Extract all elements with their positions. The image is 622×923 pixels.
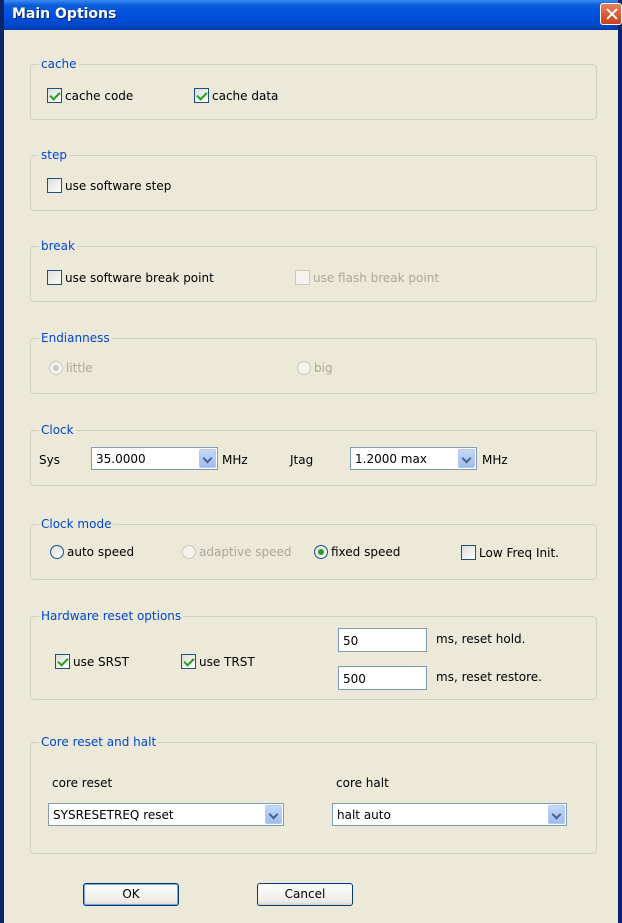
sys-unit-label: MHz [222,453,248,467]
auto-speed-label: auto speed [67,545,135,559]
checkbox-icon [47,88,62,103]
checkbox-icon [47,270,62,285]
fixed-speed-radio[interactable]: fixed speed [314,545,400,559]
core-reset-halt-group: Core reset and halt core reset SYSRESETR… [30,734,597,854]
radio-icon [50,545,64,559]
radio-icon [182,545,196,559]
little-radio: little [49,361,93,375]
chevron-down-icon[interactable] [199,449,216,468]
core-reset-value: SYSRESETREQ reset [53,808,174,822]
adaptive-speed-radio: adaptive speed [182,545,292,559]
cache-code-checkbox[interactable]: cache code [47,88,133,103]
reset-restore-input[interactable]: 500 [338,666,427,690]
use-srst-checkbox[interactable]: use SRST [55,654,129,669]
chevron-down-icon[interactable] [265,805,282,824]
checkbox-icon [181,654,196,669]
step-legend: step [39,147,69,163]
reset-hold-input[interactable]: 50 [338,628,427,652]
reset-hold-value: 50 [343,634,359,648]
cache-data-label: cache data [212,88,279,103]
use-software-break-point-label: use software break point [65,270,214,285]
use-software-break-point-checkbox[interactable]: use software break point [47,270,214,285]
jtag-clock-value: 1.2000 max [355,452,427,466]
clock-mode-group: Clock mode auto speed adaptive speed fix… [30,516,597,580]
use-software-step-checkbox[interactable]: use software step [47,178,171,193]
sys-clock-combobox[interactable]: 35.0000 [91,447,218,470]
jtag-clock-combobox[interactable]: 1.2000 max [350,447,477,470]
core-reset-label: core reset [52,776,113,790]
low-freq-init-label: Low Freq Init. [479,545,559,560]
jtag-label: Jtag [290,453,314,467]
use-flash-break-point-label: use flash break point [313,270,440,285]
adaptive-speed-label: adaptive speed [199,545,292,559]
reset-restore-label: ms, reset restore. [436,670,542,684]
step-group: step use software step [30,147,597,211]
sys-label: Sys [39,453,60,467]
break-legend: break [39,238,77,254]
break-group: break use software break point use flash… [30,238,597,302]
core-reset-halt-legend: Core reset and halt [39,734,159,750]
chevron-down-icon[interactable] [458,449,475,468]
radio-icon [297,361,311,375]
little-label: little [66,361,93,375]
use-trst-checkbox[interactable]: use TRST [181,654,255,669]
checkbox-icon [55,654,70,669]
big-label: big [314,361,333,375]
main-options-dialog: Main Options cache cache code cache data… [0,0,622,923]
use-flash-break-point-checkbox: use flash break point [295,270,439,285]
radio-icon [49,361,63,375]
clock-mode-legend: Clock mode [39,516,114,532]
checkbox-icon [295,270,310,285]
core-halt-combobox[interactable]: halt auto [332,803,567,826]
clock-group: Clock Sys 35.0000 MHz Jtag 1.2000 max MH… [30,422,597,486]
big-radio: big [297,361,333,375]
radio-icon [314,545,328,559]
auto-speed-radio[interactable]: auto speed [50,545,134,559]
close-icon[interactable] [600,3,622,25]
checkbox-icon [47,178,62,193]
checkbox-icon [194,88,209,103]
use-trst-label: use TRST [199,654,255,669]
core-halt-label: core halt [336,776,389,790]
chevron-down-icon[interactable] [548,805,565,824]
jtag-unit-label: MHz [482,453,508,467]
hardware-reset-legend: Hardware reset options [39,608,184,624]
ok-button[interactable]: OK [83,883,179,906]
title-bar[interactable]: Main Options [4,0,618,30]
low-freq-init-checkbox[interactable]: Low Freq Init. [461,545,559,560]
endianness-group: Endianness little big [30,330,597,394]
core-reset-combobox[interactable]: SYSRESETREQ reset [48,803,284,826]
reset-hold-label: ms, reset hold. [436,632,526,646]
reset-restore-value: 500 [343,672,366,686]
use-srst-label: use SRST [73,654,129,669]
cancel-button[interactable]: Cancel [257,883,353,906]
sys-clock-value: 35.0000 [96,452,146,466]
core-halt-value: halt auto [337,808,391,822]
endianness-legend: Endianness [39,330,112,346]
clock-legend: Clock [39,422,76,438]
cache-legend: cache [39,56,79,72]
use-software-step-label: use software step [65,178,172,193]
cache-code-label: cache code [65,88,134,103]
window-title: Main Options [12,6,117,22]
cache-data-checkbox[interactable]: cache data [194,88,278,103]
checkbox-icon [461,545,476,560]
fixed-speed-label: fixed speed [331,545,401,559]
hardware-reset-group: Hardware reset options use SRST use TRST… [30,608,597,700]
cache-group: cache cache code cache data [30,56,597,120]
